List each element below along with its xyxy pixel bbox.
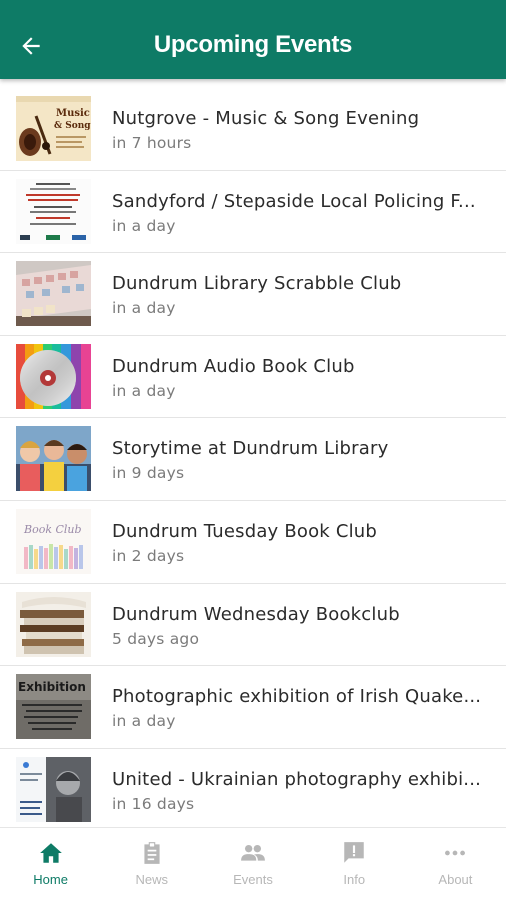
event-time: in a day — [112, 712, 176, 731]
event-item-wednesday-bookclub[interactable]: Dundrum Wednesday Bookclub 5 days ago — [0, 584, 506, 667]
event-item-policing-forum[interactable]: Sandyford / Stepaside Local Policing F..… — [0, 171, 506, 254]
event-title: Dundrum Library Scrabble Club — [112, 273, 402, 295]
svg-text:Music: Music — [56, 108, 90, 119]
event-thumbnail — [16, 343, 91, 409]
event-item-audio-book-club[interactable]: Dundrum Audio Book Club in a day — [0, 336, 506, 419]
tab-label: Info — [343, 872, 366, 887]
event-thumbnail — [16, 261, 91, 327]
tab-info[interactable]: Info — [304, 828, 405, 900]
event-item-tuesday-book-club[interactable]: Book Club Dundrum Tuesday Book Club in 2… — [0, 501, 506, 584]
more-dots-icon — [445, 850, 466, 856]
tab-label: About — [438, 872, 473, 887]
event-time: in a day — [112, 216, 176, 235]
event-item-ukrainian-exhibition[interactable]: United - Ukrainian photography exhibi...… — [0, 749, 506, 832]
people-icon — [241, 844, 265, 861]
tab-news[interactable]: News — [101, 828, 202, 900]
event-title: Photographic exhibition of Irish Quake..… — [112, 686, 482, 708]
event-list: Music & Song Nutgrove - Music & Song Eve… — [0, 88, 506, 832]
event-thumbnail: Book Club — [16, 508, 91, 574]
event-title: Nutgrove - Music & Song Evening — [112, 108, 420, 129]
info-message-icon — [344, 842, 364, 863]
event-title: Dundrum Tuesday Book Club — [112, 520, 378, 542]
tab-label: Home — [33, 872, 68, 887]
tab-events[interactable]: Events — [202, 828, 303, 900]
event-item-music-song[interactable]: Music & Song Nutgrove - Music & Song Eve… — [0, 88, 506, 171]
tab-label: News — [135, 872, 169, 887]
event-time: in 7 hours — [112, 134, 192, 152]
svg-text:& Song: & Song — [54, 121, 91, 131]
event-time: 5 days ago — [112, 629, 200, 648]
event-title: Sandyford / Stepaside Local Policing F..… — [112, 190, 476, 212]
event-thumbnail — [16, 756, 91, 822]
svg-text:Book Club: Book Club — [23, 523, 82, 536]
event-title: Dundrum Wednesday Bookclub — [112, 603, 400, 625]
event-time: in a day — [112, 381, 176, 400]
page-title: Upcoming Events — [153, 31, 353, 58]
event-thumbnail: Music & Song — [16, 96, 91, 161]
tab-about[interactable]: About — [405, 828, 506, 900]
event-item-quaker-exhibition[interactable]: Exhibition Photographic exhibition of Ir… — [0, 666, 506, 749]
home-icon — [39, 843, 62, 863]
tab-home[interactable]: Home — [0, 828, 101, 900]
event-time: in 2 days — [112, 546, 185, 565]
svg-text:Exhibition: Exhibition — [18, 680, 86, 694]
event-thumbnail — [16, 178, 91, 244]
event-title: United - Ukrainian photography exhibi... — [112, 768, 482, 790]
event-time: in a day — [112, 299, 176, 318]
event-title: Storytime at Dundrum Library — [112, 438, 389, 460]
clipboard-icon — [144, 842, 160, 864]
app-bar: Upcoming Events — [0, 0, 506, 79]
event-time: in 9 days — [112, 464, 185, 483]
tab-label: Events — [233, 872, 273, 887]
event-thumbnail: Exhibition — [16, 674, 91, 740]
event-title: Dundrum Audio Book Club — [112, 355, 355, 377]
event-item-scrabble-club[interactable]: Dundrum Library Scrabble Club in a day — [0, 253, 506, 336]
event-thumbnail — [16, 426, 91, 492]
event-time: in 16 days — [112, 794, 195, 813]
bottom-tab-bar: Home News Events Info About — [0, 827, 506, 900]
event-item-storytime[interactable]: Storytime at Dundrum Library in 9 days — [0, 418, 506, 501]
event-thumbnail — [16, 591, 91, 657]
